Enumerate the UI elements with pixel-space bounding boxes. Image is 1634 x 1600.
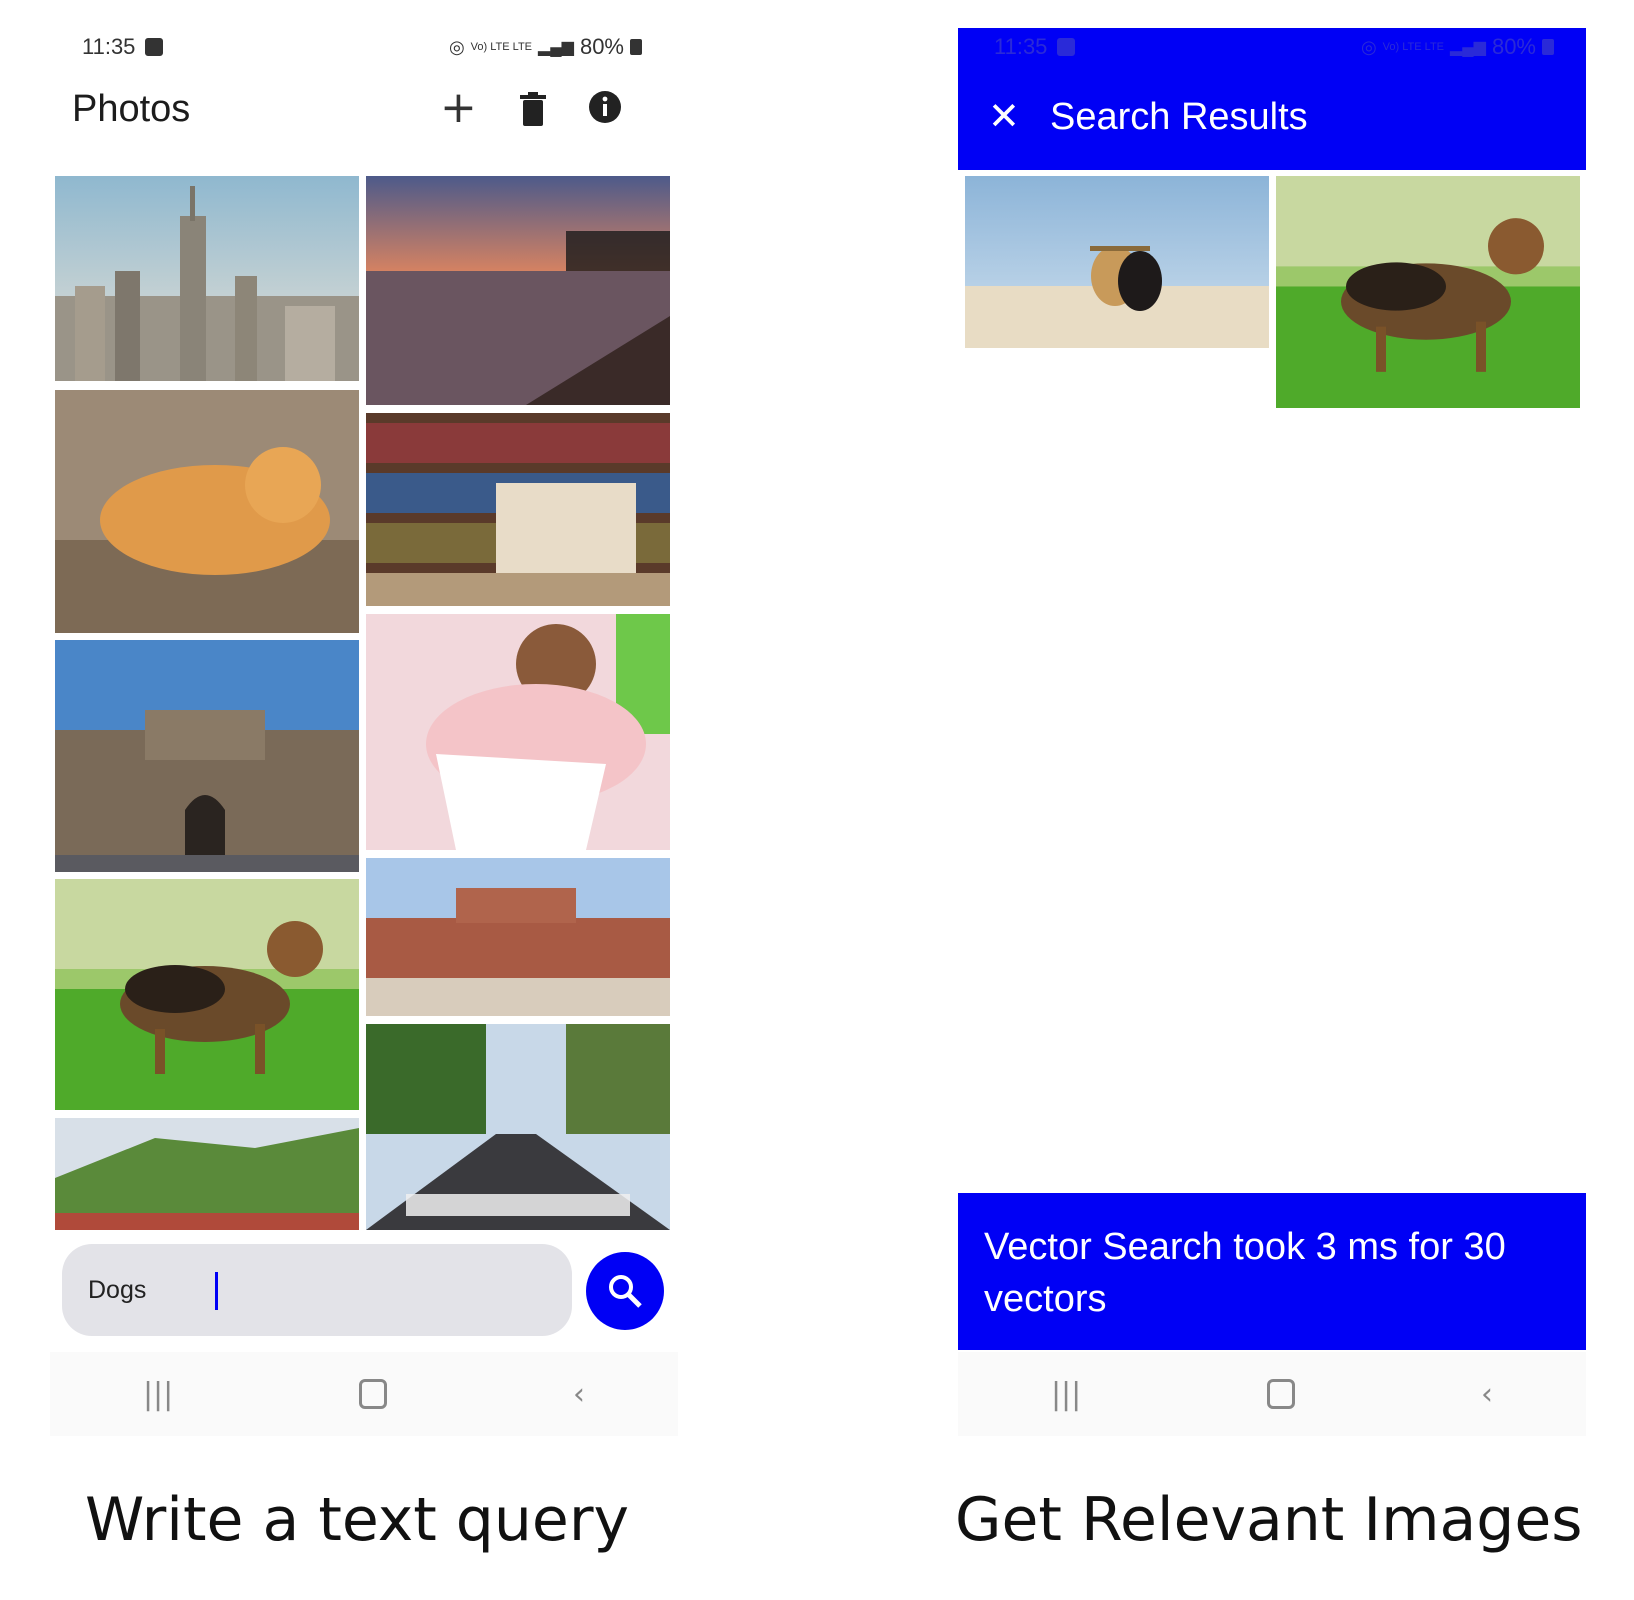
back-button[interactable]: ‹	[573, 1377, 585, 1412]
info-icon[interactable]	[588, 90, 622, 124]
caption-right: Get Relevant Images	[955, 1485, 1583, 1555]
search-input-value: Dogs	[88, 1276, 147, 1304]
system-nav-bar-right: ||| ‹	[958, 1352, 1586, 1436]
recents-button[interactable]: |||	[1051, 1377, 1081, 1412]
trash-icon[interactable]	[520, 92, 546, 126]
photo-books[interactable]	[366, 413, 670, 606]
battery-icon	[630, 39, 642, 55]
photo-german-shepherd[interactable]	[55, 879, 359, 1110]
network-indicator: Vo) LTE LTE	[1382, 41, 1444, 53]
battery-icon	[1542, 39, 1554, 55]
signal-icon: ▂▄▆	[538, 39, 574, 56]
result-german-shepherd[interactable]	[1276, 176, 1580, 408]
battery-percent: 80%	[1491, 34, 1536, 59]
photo-sunset-beach[interactable]	[366, 176, 670, 405]
signal-icon: ▂▄▆	[1450, 39, 1486, 56]
photo-fort-gate[interactable]	[55, 640, 359, 872]
search-button[interactable]	[586, 1252, 664, 1330]
system-nav-bar-left: ||| ‹	[50, 1352, 678, 1436]
photo-orange-cat[interactable]	[55, 390, 359, 633]
page-title: Search Results	[1050, 96, 1308, 138]
text-cursor	[215, 1272, 218, 1310]
caption-left: Write a text query	[85, 1485, 630, 1555]
snackbar-text: Vector Search took 3 ms for 30 vectors	[984, 1226, 1506, 1320]
gallery-notification-icon	[1057, 38, 1076, 56]
hotspot-icon: ◎	[448, 36, 465, 57]
photo-street-crossing[interactable]	[366, 1024, 670, 1230]
photo-hillside-trees[interactable]	[55, 1118, 359, 1230]
photo-city-skyline[interactable]	[55, 176, 359, 381]
page-title: Photos	[72, 88, 191, 130]
status-bar-left: 11:35 ◎ Vo) LTE LTE ▂▄▆ 80%	[82, 34, 642, 60]
gallery-notification-icon	[145, 38, 164, 56]
app-bar: Photos +	[72, 82, 652, 140]
result-two-dogs-beach[interactable]	[965, 176, 1269, 348]
app-bar-search-results: 11:35 ◎ Vo) LTE LTE ▂▄▆ 80% ✕ Search Res…	[958, 28, 1586, 170]
status-time: 11:35	[994, 34, 1048, 59]
back-button[interactable]: ‹	[1481, 1377, 1493, 1412]
photo-red-fort[interactable]	[366, 858, 670, 1016]
close-icon[interactable]: ✕	[988, 94, 1020, 138]
photo-child-drawing[interactable]	[366, 614, 670, 850]
recents-button[interactable]: |||	[143, 1377, 173, 1412]
status-bar-right: 11:35 ◎ Vo) LTE LTE ▂▄▆ 80%	[994, 34, 1554, 60]
search-icon	[609, 1275, 642, 1308]
network-indicator: Vo) LTE LTE	[470, 41, 532, 53]
snackbar: Vector Search took 3 ms for 30 vectors	[958, 1193, 1586, 1350]
plus-icon[interactable]: +	[440, 82, 477, 133]
battery-percent: 80%	[579, 34, 624, 59]
hotspot-icon: ◎	[1360, 36, 1377, 57]
home-button[interactable]	[359, 1379, 388, 1409]
search-input[interactable]: Dogs	[62, 1244, 572, 1336]
home-button[interactable]	[1267, 1379, 1296, 1409]
status-time: 11:35	[82, 34, 136, 59]
